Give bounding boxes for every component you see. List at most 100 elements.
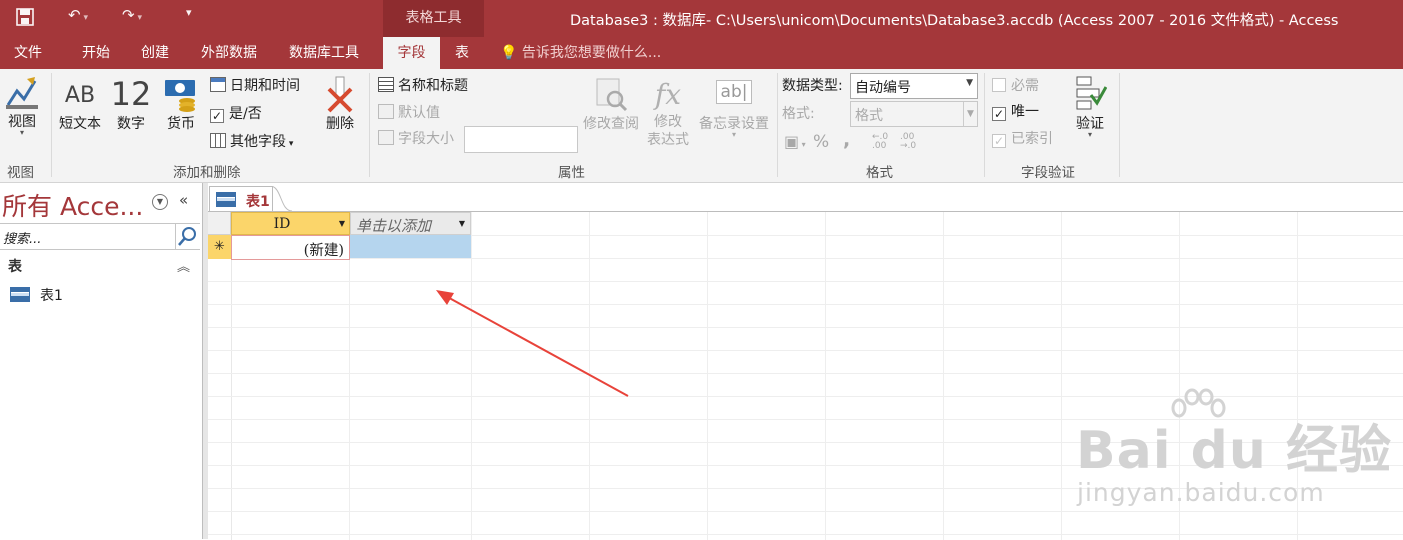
ribbon: 视图 ▾ 视图 AB 短文本 12 数字 货币 日期和时间 ✓ 是/否 其他字段 … — [0, 69, 1403, 183]
increase-decimals-button[interactable]: ←.0.00 — [872, 133, 888, 151]
view-button[interactable]: 视图 ▾ — [4, 75, 40, 137]
column-dropdown-icon[interactable]: ▼ — [339, 219, 345, 228]
checkbox-checked-icon: ✓ — [992, 107, 1006, 121]
annotation-arrow — [436, 290, 629, 397]
tab-fields[interactable]: 字段 — [383, 37, 440, 69]
name-caption-button[interactable]: 名称和标题 — [378, 77, 468, 95]
short-text-button[interactable]: AB 短文本 — [56, 81, 104, 133]
new-record-add-cell[interactable] — [350, 235, 471, 258]
grid-line — [208, 327, 1403, 328]
data-type-select[interactable]: 自动编号 ▼ — [850, 73, 978, 99]
tab-external-data[interactable]: 外部数据 — [201, 37, 257, 69]
redo-icon[interactable]: ↷ ▾ — [122, 6, 142, 24]
collapse-section-icon[interactable]: ︽ — [177, 256, 190, 275]
modify-expression-label-1: 修改 — [654, 114, 682, 130]
group-separator — [777, 73, 778, 177]
paw-icon — [1171, 388, 1226, 418]
tab-database-tools[interactable]: 数据库工具 — [289, 37, 359, 69]
checkbox-icon: ✓ — [210, 109, 224, 123]
modify-lookups-icon — [596, 78, 628, 112]
search-icon[interactable] — [175, 224, 200, 249]
watermark-url: jingyan.baidu.com — [1077, 478, 1325, 507]
new-record-id-cell[interactable]: (新建) — [231, 235, 350, 260]
modify-lookups-button[interactable]: 修改查阅 — [580, 77, 642, 133]
customize-qat-icon[interactable]: ▾ — [186, 6, 192, 19]
short-text-icon: AB — [64, 83, 96, 108]
number-icon: 12 — [110, 75, 152, 113]
default-value-label: 默认值 — [398, 105, 440, 121]
format-placeholder: 格式 — [855, 108, 883, 124]
validation-button[interactable]: 验证 ▾ — [1070, 75, 1110, 139]
title-bar: ↶ ▾ ↷ ▾ ▾ 表格工具 Database3 : 数据库- C:\Users… — [0, 0, 1403, 37]
checkbox-icon — [992, 78, 1006, 92]
grid-line — [208, 373, 1403, 374]
column-header-click-to-add[interactable]: 单击以添加 ▼ — [350, 212, 471, 235]
group-separator — [369, 73, 370, 177]
yes-no-button[interactable]: ✓ 是/否 — [210, 105, 262, 123]
name-caption-icon — [378, 77, 394, 92]
tab-home[interactable]: 开始 — [82, 37, 110, 69]
tell-me-box[interactable]: 💡 告诉我您想要做什么... — [500, 37, 661, 69]
more-fields-button[interactable]: 其他字段 ▾ — [210, 133, 293, 153]
currency-button[interactable]: 货币 — [160, 77, 202, 133]
percent-format-button[interactable]: % — [813, 133, 829, 151]
tab-table[interactable]: 表 — [455, 37, 469, 69]
group-label-properties: 属性 — [558, 165, 585, 181]
nav-pane-title[interactable]: 所有 Acce... — [2, 187, 143, 223]
grid-line — [349, 212, 350, 540]
memo-settings-button[interactable]: ab| 备忘录设置 ▾ — [694, 77, 774, 139]
tab-create[interactable]: 创建 — [141, 37, 169, 69]
unique-checkbox[interactable]: ✓ 唯一 — [992, 103, 1039, 121]
column-header-label: ID — [273, 216, 291, 232]
calendar-icon — [210, 77, 226, 92]
nav-item-label: 表1 — [40, 288, 63, 304]
column-dropdown-icon[interactable]: ▼ — [459, 219, 465, 228]
group-separator — [984, 73, 985, 177]
nav-item-table1[interactable]: 表1 — [10, 285, 190, 305]
grid-line — [943, 212, 944, 540]
default-value-icon — [378, 104, 394, 119]
currency-icon — [165, 80, 195, 112]
field-size-icon — [378, 130, 394, 145]
column-header-id[interactable]: ID ▼ — [231, 212, 350, 235]
format-select[interactable]: 格式 ▼ — [850, 101, 978, 127]
delete-button[interactable]: 删除 — [320, 75, 360, 133]
indexed-checkbox[interactable]: ✓ 已索引 — [992, 130, 1053, 148]
currency-format-button[interactable]: ▣ ▾ — [784, 133, 806, 154]
document-tab-table1[interactable]: 表1 — [209, 186, 273, 212]
nav-menu-dropdown-icon[interactable]: ▼ — [152, 194, 168, 210]
cell-value: (新建) — [303, 243, 344, 259]
format-label: 格式: — [782, 106, 815, 122]
save-icon[interactable] — [16, 8, 34, 30]
select-all-corner[interactable] — [208, 212, 231, 235]
field-size-input[interactable] — [464, 126, 578, 153]
fx-icon: fx — [654, 78, 682, 111]
table-tools-context: 表格工具 — [383, 0, 484, 37]
grid-line — [208, 258, 1403, 259]
default-value-button[interactable]: 默认值 — [378, 104, 440, 122]
group-separator — [1119, 73, 1120, 177]
currency-format-icon: ▣ — [784, 132, 800, 151]
modify-expression-button[interactable]: fx 修改 表达式 — [644, 77, 692, 149]
memo-settings-icon: ab| — [694, 77, 774, 113]
nav-search-box[interactable]: 搜索... — [0, 223, 200, 250]
undo-icon[interactable]: ↶ ▾ — [68, 6, 88, 24]
grid-line — [707, 212, 708, 540]
nav-section-header[interactable]: 表 — [8, 256, 22, 276]
tell-me-text: 告诉我您想要做什么... — [521, 45, 662, 61]
number-button[interactable]: 12 数字 — [110, 75, 152, 133]
collapse-pane-icon[interactable]: « — [179, 191, 188, 209]
search-input[interactable]: 搜索... — [3, 228, 41, 247]
required-checkbox[interactable]: 必需 — [992, 77, 1039, 95]
modify-lookups-label: 修改查阅 — [583, 116, 639, 132]
new-record-selector[interactable]: ✳ — [208, 235, 231, 259]
date-time-button[interactable]: 日期和时间 — [210, 77, 300, 95]
tab-file[interactable]: 文件 — [14, 37, 42, 69]
dropdown-arrow-icon: ▾ — [286, 139, 294, 149]
table-icon — [10, 287, 30, 302]
grid-line — [208, 511, 1403, 512]
grid-line — [231, 212, 232, 540]
decrease-decimals-button[interactable]: .00 →.0 — [900, 133, 916, 151]
grid-line — [825, 212, 826, 540]
comma-format-button[interactable]: , — [843, 131, 850, 150]
